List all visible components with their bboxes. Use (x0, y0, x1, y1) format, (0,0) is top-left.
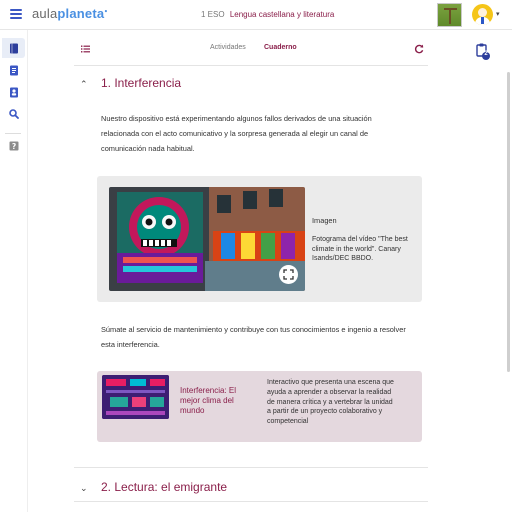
user-avatar[interactable] (472, 4, 493, 25)
media-caption: Fotograma del vídeo "The best climate in… (312, 236, 408, 262)
interactive-thumbnail-graphic (102, 375, 169, 419)
street-mural-photo[interactable] (109, 187, 305, 291)
interactive-title[interactable]: Interferencia: El mejor clima del mundo (180, 386, 250, 416)
app-logo[interactable]: aulaplaneta● (32, 6, 108, 21)
top-bar: aulaplaneta● 1 ESO Lengua castellana y l… (0, 0, 512, 30)
tab-bar: Actividades Cuaderno (74, 32, 428, 66)
profile-card-icon (9, 87, 18, 97)
course-breadcrumb: 1 ESO Lengua castellana y literatura (201, 10, 334, 19)
rail-item-book[interactable] (2, 38, 25, 58)
section-header-1[interactable]: ⌃ 1. Interferencia (74, 68, 428, 100)
tab-notebook[interactable]: Cuaderno (264, 44, 297, 51)
course-thumbnail[interactable] (437, 3, 462, 27)
help-icon: ? (9, 141, 18, 151)
avatar-face (478, 8, 487, 17)
section-header-2[interactable]: ⌄ 2. Lectura: el emigrante (74, 472, 428, 504)
left-rail: ? (0, 30, 28, 512)
interactive-card[interactable]: Interferencia: El mejor clima del mundo … (97, 371, 422, 442)
course-subject: Lengua castellana y literatura (229, 10, 335, 19)
tab-activities[interactable]: Actividades (210, 44, 246, 51)
street-photo-graphic (109, 187, 305, 291)
section-divider (74, 467, 428, 468)
book-icon (9, 43, 18, 53)
rail-item-notebook[interactable] (2, 60, 25, 80)
chevron-up-icon[interactable]: ⌃ (80, 79, 88, 90)
intro-paragraph: Nuestro dispositivo está experimentando … (101, 114, 372, 153)
call-to-action-paragraph: Súmate al servicio de mantenimiento y co… (101, 325, 406, 349)
logo-text-aula: aula (32, 6, 58, 21)
right-rail: 2 (470, 40, 498, 70)
scales-icon (444, 8, 457, 24)
rail-item-help[interactable]: ? (2, 136, 25, 156)
notification-badge: 2 (484, 51, 488, 57)
logo-mark: ● (104, 8, 108, 15)
fullscreen-icon[interactable] (279, 265, 298, 284)
rail-divider (5, 133, 21, 134)
interactive-description: Interactivo que presenta una escena que … (267, 379, 394, 426)
avatar-tie (481, 17, 484, 24)
chevron-down-icon[interactable]: ▾ (496, 10, 500, 18)
svg-text:?: ? (11, 142, 15, 151)
media-card[interactable]: Imagen Fotograma del vídeo "The best cli… (97, 176, 422, 302)
section-title: 1. Interferencia (101, 76, 182, 90)
interactive-thumbnail[interactable] (102, 375, 169, 419)
section-divider-bottom (74, 501, 428, 502)
rail-item-search[interactable] (2, 104, 25, 124)
list-icon[interactable] (81, 45, 90, 53)
hamburger-icon[interactable] (10, 9, 22, 19)
search-icon (8, 109, 19, 119)
scrollbar[interactable] (507, 72, 510, 372)
logo-text-planeta: planeta (57, 6, 105, 21)
refresh-icon[interactable] (414, 44, 424, 54)
course-grade: 1 ESO (201, 10, 225, 19)
fullscreen-glyph (283, 269, 294, 280)
content-panel: Actividades Cuaderno ⌃ 1. Interferencia … (74, 32, 428, 512)
media-label: Imagen (312, 216, 337, 225)
rail-item-profile[interactable] (2, 82, 25, 102)
notebook-icon (9, 65, 18, 75)
section-title: 2. Lectura: el emigrante (101, 480, 228, 494)
chevron-down-icon[interactable]: ⌄ (80, 483, 88, 494)
